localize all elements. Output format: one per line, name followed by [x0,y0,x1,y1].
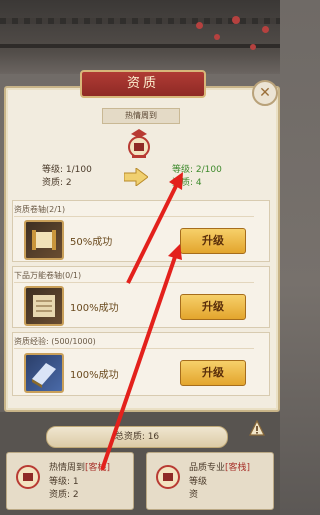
row-title: 资质经验: (500/1000) [14,337,96,346]
book-icon[interactable] [24,353,64,393]
blossom-decoration [196,22,203,29]
background-roof [0,0,280,74]
card-type: [客栈] [225,463,251,473]
hero-name: 热情周到 [102,108,180,124]
total-aptitude: 总资质: 16 [46,426,228,448]
upgrade-arrow-icon [124,168,148,186]
card-aptitude: 资质: 2 [49,490,79,500]
hero-emblem-icon [156,465,180,489]
blossom-decoration [250,44,256,50]
row-title: 下品万能卷轴(0/1) [14,271,82,280]
divider [14,282,254,283]
divider [14,348,254,349]
success-rate: 50%成功 [70,237,113,248]
dialog-title: 资质 [80,70,206,98]
card-aptitude: 资 [189,490,199,500]
blossom-decoration [262,26,269,33]
card-level: 等级 [189,477,208,487]
close-icon[interactable]: ✕ [252,80,278,106]
current-level: 等级: 1/100 [42,165,92,175]
next-level: 等级: 2/100 [172,165,222,175]
card-name: 热情周到 [49,463,86,473]
success-rate: 100%成功 [70,303,119,314]
divider [14,216,254,217]
card-title: 品质专业[客栈] [189,460,250,473]
upgrade-button[interactable]: 升级 [180,294,246,320]
attribute-card[interactable]: 热情周到[客栈] 等级: 1 资质: 2 [6,452,134,510]
hero-emblem-icon [16,465,40,489]
blossom-decoration [214,34,220,40]
hero-emblem-icon [128,129,150,158]
success-rate: 100%成功 [70,370,119,381]
card-level: 等级: 1 [49,477,79,487]
row-title: 资质卷轴(2/1) [14,205,66,214]
next-aptitude: 资质: 4 [172,178,202,188]
card-type: [客栈] [85,463,111,473]
upgrade-button[interactable]: 升级 [180,360,246,386]
blossom-decoration [232,16,240,24]
current-aptitude: 资质: 2 [42,178,72,188]
warning-icon[interactable] [249,420,265,436]
attribute-card[interactable]: 品质专业[客栈] 等级 资 [146,452,274,510]
universal-scroll-icon[interactable] [24,286,64,326]
card-title: 热情周到[客栈] [49,460,110,473]
card-name: 品质专业 [189,463,226,473]
scroll-icon[interactable] [24,220,64,260]
upgrade-button[interactable]: 升级 [180,228,246,254]
